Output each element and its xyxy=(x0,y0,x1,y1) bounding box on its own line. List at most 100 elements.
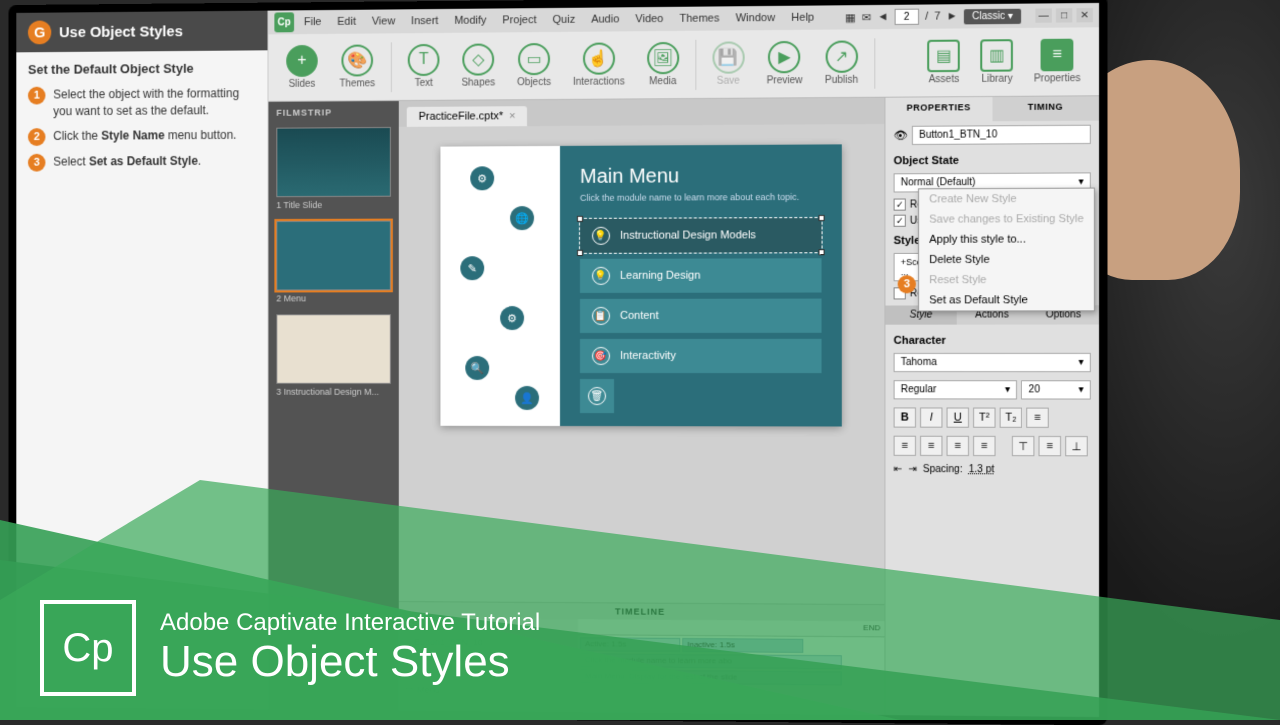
align-center-button[interactable]: ≡ xyxy=(920,436,942,456)
maximize-button[interactable]: □ xyxy=(1056,8,1072,22)
tool-objects[interactable]: ▭ Objects xyxy=(507,39,561,92)
mail-icon[interactable]: ✉ xyxy=(862,11,871,24)
indent-right-icon[interactable]: ⇥ xyxy=(908,464,917,475)
subscript-button[interactable]: T₂ xyxy=(1000,408,1023,428)
timeline-track[interactable] xyxy=(399,666,578,683)
list-button[interactable]: ≡ xyxy=(1026,408,1049,428)
menu-save-changes[interactable]: Save changes to Existing Style xyxy=(919,209,1094,230)
tool-slides[interactable]: + Slides xyxy=(276,41,327,94)
eye-icon[interactable]: 👁 xyxy=(894,129,908,142)
tool-library[interactable]: ▥ Library xyxy=(970,35,1023,89)
object-name-input[interactable] xyxy=(912,125,1091,145)
tool-assets[interactable]: ▤ Assets xyxy=(917,35,970,89)
timeline-track[interactable]: 📄Text_Caption_5 xyxy=(399,650,578,667)
menu-button-5[interactable]: 🗑 xyxy=(580,379,614,413)
workspace-selector[interactable]: Classic ▾ xyxy=(964,8,1021,24)
menu-button-1[interactable]: 💡 Instructional Design Models xyxy=(580,218,822,253)
bold-button[interactable]: B xyxy=(894,407,916,427)
timeline-panel: TIMELINE 👁 🔒 ●Button1_BTN_10 📄Text_Capti… xyxy=(399,601,885,715)
slide: ⚙ 🌐 ✎ ⚙ 🔍 👤 Main Menu Click the module n… xyxy=(440,144,841,426)
tool-interactions[interactable]: ☝ Interactions xyxy=(563,38,635,92)
menu-audio[interactable]: Audio xyxy=(585,11,625,27)
close-button[interactable]: ✕ xyxy=(1076,8,1092,22)
superscript-button[interactable]: T² xyxy=(973,408,995,428)
menu-view[interactable]: View xyxy=(366,13,401,29)
tool-preview[interactable]: ▶ Preview xyxy=(756,37,812,91)
close-tab-icon[interactable]: × xyxy=(509,110,515,122)
layout-icon[interactable]: ▦ xyxy=(845,11,856,24)
valign-bottom-button[interactable]: ⊥ xyxy=(1065,436,1088,456)
menu-themes[interactable]: Themes xyxy=(673,10,725,27)
indent-left-icon[interactable]: ⇤ xyxy=(894,464,903,475)
tab-properties[interactable]: PROPERTIES xyxy=(885,97,991,122)
page-current-input[interactable] xyxy=(894,9,918,25)
tool-save[interactable]: 💾 Save xyxy=(702,37,754,91)
network-icon: 🔍 xyxy=(465,356,489,380)
chevron-down-icon: ▾ xyxy=(1078,176,1083,187)
italic-button[interactable]: I xyxy=(920,407,942,427)
valign-middle-button[interactable]: ≡ xyxy=(1039,436,1062,456)
network-icon: ✎ xyxy=(460,256,484,280)
timeline-content[interactable]: END Active: 1.5s Inactive: 1.5s Click th… xyxy=(578,619,884,715)
underline-button[interactable]: U xyxy=(947,407,969,427)
tab-timing[interactable]: TIMING xyxy=(992,96,1099,121)
tool-properties[interactable]: ≡ Properties xyxy=(1024,34,1091,88)
lightbulb-icon: 💡 xyxy=(592,227,610,245)
menu-delete-style[interactable]: Delete Style xyxy=(919,249,1094,270)
menu-modify[interactable]: Modify xyxy=(448,13,492,29)
tutorial-subtitle: Set the Default Object Style xyxy=(16,50,267,83)
valign-top-button[interactable]: ⊤ xyxy=(1012,436,1035,456)
menu-set-default-style[interactable]: Set as Default Style xyxy=(919,290,1094,311)
menu-edit[interactable]: Edit xyxy=(331,14,362,30)
timeline-track[interactable]: ▭Menu xyxy=(399,682,578,700)
menu-button-2[interactable]: 💡 Learning Design xyxy=(580,258,822,293)
menu-help[interactable]: Help xyxy=(785,10,820,26)
tutorial-title: Use Object Styles xyxy=(59,23,183,41)
menu-insert[interactable]: Insert xyxy=(405,13,444,29)
timeline-track-header: 👁 🔒 xyxy=(399,618,578,635)
next-slide-icon[interactable]: ► xyxy=(947,10,958,22)
lock-icon[interactable]: 🔒 xyxy=(420,620,431,631)
align-right-button[interactable]: ≡ xyxy=(947,436,969,456)
tool-text[interactable]: T Text xyxy=(398,40,450,93)
prev-slide-icon[interactable]: ◄ xyxy=(877,11,888,23)
tool-shapes[interactable]: ◇ Shapes xyxy=(452,39,506,92)
menu-button-4[interactable]: 🎯 Interactivity xyxy=(580,339,822,373)
tool-themes[interactable]: 🎨 Themes xyxy=(330,40,385,93)
menu-create-style[interactable]: Create New Style xyxy=(919,189,1094,210)
toolbar: + Slides 🎨 Themes T Text ◇ Shapes ▭ Obje… xyxy=(268,27,1099,102)
menu-video[interactable]: Video xyxy=(629,11,669,27)
tool-media[interactable]: 🖼 Media xyxy=(637,38,689,92)
menu-reset-style[interactable]: Reset Style xyxy=(919,270,1094,291)
spacing-value[interactable]: 1.3 pt xyxy=(969,464,995,475)
slide-thumb-2[interactable]: 2 Menu xyxy=(276,221,391,307)
chevron-down-icon: ▾ xyxy=(1005,384,1010,395)
menu-window[interactable]: Window xyxy=(730,10,782,27)
canvas[interactable]: ⚙ 🌐 ✎ ⚙ 🔍 👤 Main Menu Click the module n… xyxy=(399,124,885,604)
slide-thumb-3[interactable]: 3 Instructional Design M... xyxy=(276,314,391,400)
document-tab[interactable]: PracticeFile.cptx* × xyxy=(407,106,528,127)
minimize-button[interactable]: — xyxy=(1035,8,1051,22)
plus-icon: + xyxy=(286,45,318,77)
font-style-selector[interactable]: Regular▾ xyxy=(894,380,1018,399)
menu-file[interactable]: File xyxy=(298,14,327,30)
style-context-menu: Create New Style Save changes to Existin… xyxy=(918,188,1095,312)
font-selector[interactable]: Tahoma▾ xyxy=(894,353,1091,372)
menu-quiz[interactable]: Quiz xyxy=(547,12,582,28)
slide-thumb-1[interactable]: 1 Title Slide xyxy=(276,127,391,213)
menu-button-3[interactable]: 📋 Content xyxy=(580,299,822,333)
properties-icon: ≡ xyxy=(1041,39,1074,72)
menu-apply-style[interactable]: Apply this style to... xyxy=(919,229,1094,250)
app-logo-icon: Cp xyxy=(274,12,294,32)
menu-project[interactable]: Project xyxy=(496,12,542,28)
tool-publish[interactable]: ↗ Publish xyxy=(815,36,869,90)
font-size-selector[interactable]: 20▾ xyxy=(1021,380,1090,399)
align-justify-button[interactable]: ≡ xyxy=(973,436,995,456)
eye-icon[interactable]: 👁 xyxy=(405,620,416,631)
shapes-icon: ◇ xyxy=(462,43,494,75)
step-number-icon: 1 xyxy=(28,87,45,105)
image-icon: 🖼 xyxy=(647,42,679,74)
timeline-track[interactable]: ●Button1_BTN_10 xyxy=(399,634,578,651)
align-left-button[interactable]: ≡ xyxy=(894,436,916,456)
captivate-app: Cp File Edit View Insert Modify Project … xyxy=(268,3,1099,717)
